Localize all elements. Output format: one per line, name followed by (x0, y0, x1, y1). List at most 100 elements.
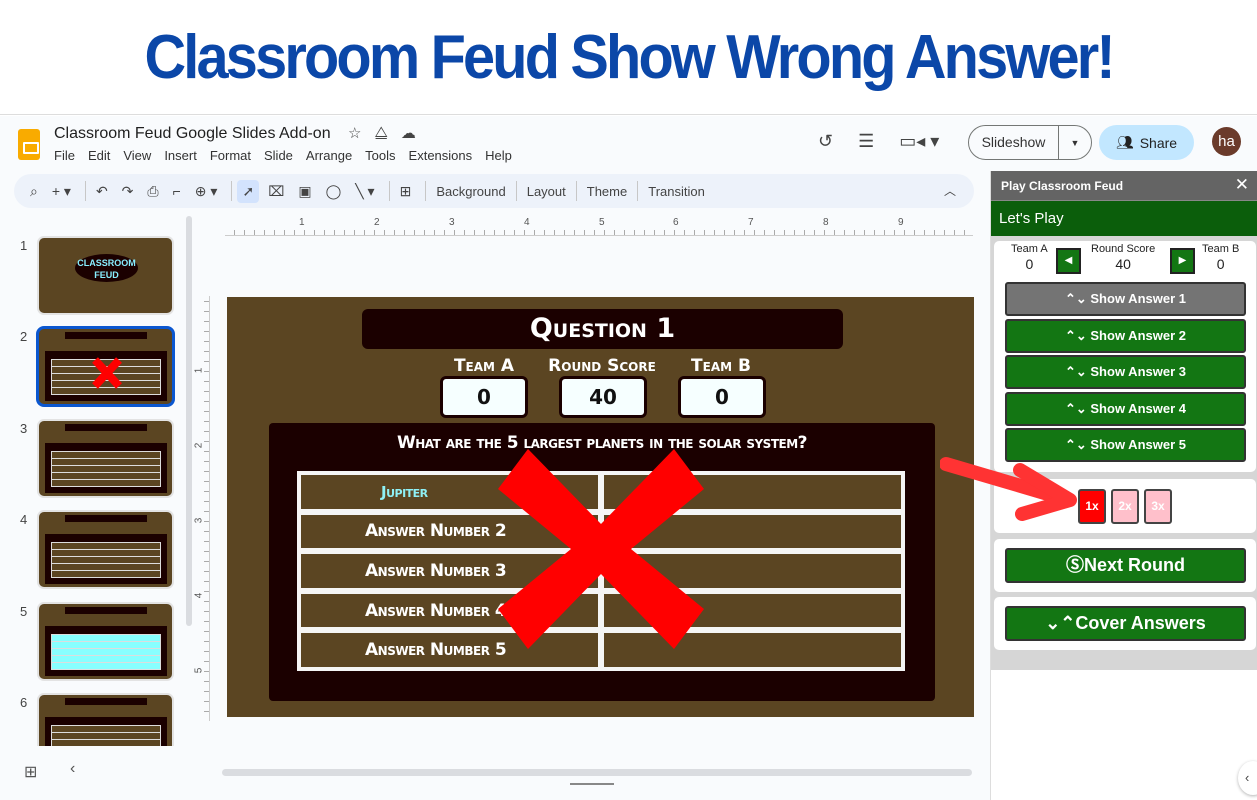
move-to-drive-icon[interactable]: ⧋ (374, 124, 387, 142)
undo-icon[interactable]: ↶ (96, 183, 108, 200)
ruler-label: 3 (449, 217, 455, 228)
strike-3x-button[interactable]: 3x (1144, 489, 1172, 524)
slides-logo-icon[interactable] (18, 129, 40, 160)
team-b-label: Team B (691, 356, 751, 376)
horizontal-scrollbar[interactable] (222, 769, 972, 776)
strike-1x-button[interactable]: 1x (1078, 489, 1106, 524)
slideshow-label[interactable]: Slideshow (969, 126, 1059, 159)
comments-icon[interactable]: ☰ (858, 131, 874, 152)
thumb-title-bar (65, 515, 147, 522)
wrong-answer-x-icon (498, 449, 704, 649)
close-icon[interactable]: ✕ (1235, 175, 1249, 195)
slideshow-button[interactable]: Slideshow ▼ (968, 125, 1092, 160)
strike-2x-button[interactable]: 2x (1111, 489, 1139, 524)
avatar[interactable]: ha (1212, 127, 1241, 156)
background-button[interactable]: Background (436, 184, 505, 199)
cover-answers-button[interactable]: ⌄⌃Cover Answers (1005, 606, 1246, 641)
ruler-label: 2 (374, 217, 380, 228)
paint-format-icon[interactable]: ⌐ (173, 183, 181, 199)
show-answer-3-button[interactable]: ⌃⌄ Show Answer 3 (1005, 355, 1246, 389)
slideshow-dropdown-icon[interactable]: ▼ (1059, 138, 1091, 148)
team-a-label: Team A (1011, 243, 1048, 255)
slide-canvas[interactable]: Question 1 Team A Round Score Team B 0 4… (227, 297, 974, 717)
meet-camera-icon[interactable]: ▭◂ ▾ (899, 131, 939, 152)
filmstrip-item[interactable]: 4 (0, 510, 200, 590)
slide-thumbnail[interactable] (37, 602, 174, 681)
layout-button[interactable]: Layout (527, 184, 566, 199)
team-a-score: 0 (440, 376, 528, 418)
speaker-notes-handle[interactable] (570, 783, 614, 785)
ruler-label: 5 (193, 667, 205, 674)
menu-slide[interactable]: Slide (264, 148, 293, 163)
ruler-label: 8 (823, 217, 829, 228)
ruler-label: 9 (898, 217, 904, 228)
search-menus-icon[interactable]: ⌕ (30, 183, 38, 200)
menu-tools[interactable]: Tools (365, 148, 395, 163)
ruler-label: 6 (673, 217, 679, 228)
image-icon[interactable]: ▣ (298, 183, 311, 200)
grid-view-icon[interactable]: ⊞ (24, 762, 37, 782)
star-icon[interactable]: ☆ (348, 124, 361, 142)
team-b-score: 0 (1216, 256, 1225, 272)
show-answer-2-button[interactable]: ⌃⌄ Show Answer 2 (1005, 319, 1246, 353)
menu-insert[interactable]: Insert (164, 148, 197, 163)
slide-number: 6 (20, 695, 28, 710)
vertical-ruler: 1 2 3 4 5 (193, 296, 210, 721)
select-icon[interactable]: ➚ (237, 179, 260, 203)
menu-help[interactable]: Help (485, 148, 512, 163)
filmstrip-item[interactable]: 2 (0, 327, 200, 407)
menu-extensions[interactable]: Extensions (409, 148, 473, 163)
document-title[interactable]: Classroom Feud Google Slides Add-on (54, 125, 331, 143)
zoom-icon[interactable]: ⊕ ▾ (195, 183, 218, 200)
version-history-icon[interactable]: ↺ (818, 131, 833, 152)
ruler-label: 1 (193, 367, 205, 374)
award-team-a-button[interactable]: ◀ (1056, 248, 1081, 274)
score-row: Team A0 ◀ Round Score 40 ▶ Team B0 (994, 241, 1256, 277)
slide-thumbnail[interactable]: CLASSROOM FEUD (37, 236, 174, 315)
header-actions: ↺ ☰ ▭◂ ▾ (818, 131, 939, 152)
round-score-label: Round Score (548, 356, 656, 376)
slide-thumbnail-active[interactable] (37, 327, 174, 406)
thumb-title-bar (65, 698, 147, 705)
shape-icon[interactable]: ◯ (326, 183, 342, 200)
show-answer-1-button[interactable]: ⌃⌄ Show Answer 1 (1005, 282, 1246, 316)
filmstrip: 1 CLASSROOM FEUD 2 3 4 5 6 (0, 216, 200, 746)
filmstrip-item[interactable]: 1 CLASSROOM FEUD (0, 236, 200, 316)
filmstrip-scrollbar[interactable] (186, 216, 192, 626)
collapse-toolbar-icon[interactable]: ︿ (944, 182, 956, 199)
slide-thumbnail[interactable] (37, 693, 174, 746)
redo-icon[interactable]: ↷ (122, 183, 134, 200)
slide-number: 2 (20, 329, 28, 344)
thumb-title-bar (65, 607, 147, 614)
team-a-label: Team A (453, 356, 515, 376)
text-box-icon[interactable]: ⌧ (268, 183, 284, 200)
slide-thumbnail[interactable] (37, 510, 174, 589)
separator (575, 181, 577, 201)
show-answer-4-button[interactable]: ⌃⌄ Show Answer 4 (1005, 392, 1246, 426)
cloud-saved-icon[interactable]: ☁ (401, 124, 416, 142)
button-label: Show Answer 5 (1090, 437, 1186, 452)
transition-button[interactable]: Transition (648, 184, 705, 199)
next-round-button[interactable]: ⓈNext Round (1005, 548, 1246, 583)
menu-view[interactable]: View (123, 148, 151, 163)
line-icon[interactable]: ╲ ▾ (355, 183, 374, 200)
slide-thumbnail[interactable] (37, 419, 174, 498)
filmstrip-item[interactable]: 3 (0, 419, 200, 499)
collapse-filmstrip-icon[interactable]: ‹ (70, 760, 75, 778)
menu-format[interactable]: Format (210, 148, 251, 163)
filmstrip-item[interactable]: 5 (0, 602, 200, 682)
theme-button[interactable]: Theme (587, 184, 627, 199)
button-label: Show Answer 4 (1090, 401, 1186, 416)
add-comment-icon[interactable]: ⊞ (400, 183, 412, 200)
share-button[interactable]: 👥︎ Share (1099, 125, 1194, 160)
menu-arrange[interactable]: Arrange (306, 148, 352, 163)
menu-file[interactable]: File (54, 148, 75, 163)
new-slide-icon[interactable]: + ▾ (52, 183, 71, 200)
menu-edit[interactable]: Edit (88, 148, 110, 163)
filmstrip-item[interactable]: 6 (0, 693, 200, 746)
ruler-label: 4 (524, 217, 530, 228)
print-icon[interactable]: ⎙ (147, 183, 158, 200)
tutorial-banner: Classroom Feud Show Wrong Answer! (0, 0, 1257, 115)
award-team-b-button[interactable]: ▶ (1170, 248, 1195, 274)
button-label: Show Answer 1 (1090, 291, 1186, 306)
